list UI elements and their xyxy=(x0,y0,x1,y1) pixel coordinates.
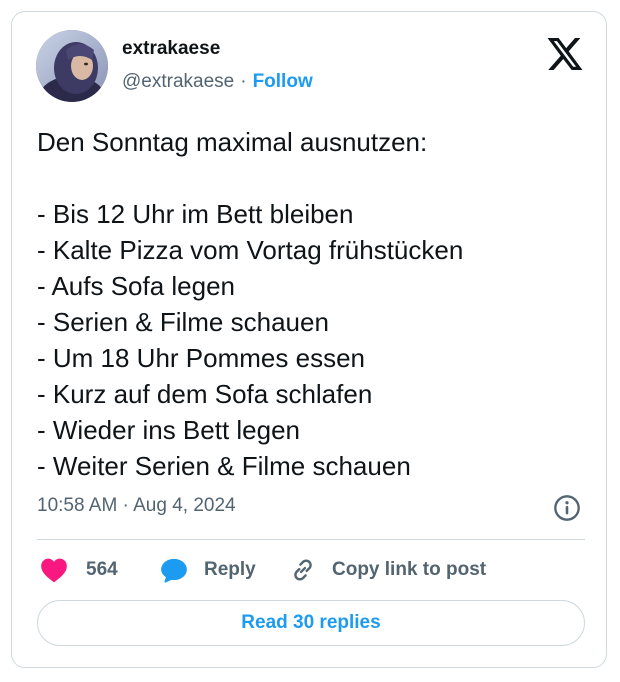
tweet-list-item: - Aufs Sofa legen xyxy=(37,271,236,301)
tweet-list-item: - Bis 12 Uhr im Bett bleiben xyxy=(37,199,354,229)
x-logo-icon[interactable] xyxy=(547,38,583,70)
tweet-list-item: - Weiter Serien & Filme schauen xyxy=(37,451,411,481)
tweet-list-item: - Kurz auf dem Sofa schlafen xyxy=(37,379,373,409)
reply-label: Reply xyxy=(204,559,256,580)
copy-link-label: Copy link to post xyxy=(332,559,487,580)
divider xyxy=(37,539,585,540)
author-handle[interactable]: @extrakaese xyxy=(122,71,234,92)
like-count: 564 xyxy=(86,559,118,580)
tweet-list-item: - Kalte Pizza vom Vortag frühstücken xyxy=(37,235,464,265)
author-handle-row: @extrakaese · Follow xyxy=(122,71,313,93)
tweet-list-item: - Serien & Filme schauen xyxy=(37,307,329,337)
link-icon xyxy=(294,559,312,581)
tweet-text: Den Sonntag maximal ausnutzen: - Bis 12 … xyxy=(37,124,597,484)
avatar[interactable] xyxy=(36,30,108,102)
tweet-card: extrakaese @extrakaese · Follow Den Sonnta… xyxy=(11,11,607,668)
tweet-intro: Den Sonntag maximal ausnutzen: xyxy=(37,127,428,157)
tweet-list-item: - Wieder ins Bett legen xyxy=(37,415,301,445)
like-button[interactable]: 564 xyxy=(40,555,118,585)
avatar-image xyxy=(36,30,108,102)
tweet-list-item: - Um 18 Uhr Pommes essen xyxy=(37,343,365,373)
reply-button[interactable]: Reply xyxy=(160,555,256,585)
info-icon[interactable] xyxy=(553,494,581,522)
follow-button[interactable]: Follow xyxy=(253,71,313,92)
tweet-timestamp[interactable]: 10:58 AM · Aug 4, 2024 xyxy=(37,495,236,517)
heart-icon xyxy=(41,558,67,583)
handle-separator: · xyxy=(240,71,247,92)
reply-bubble-icon xyxy=(161,558,187,583)
copy-link-button[interactable]: Copy link to post xyxy=(290,555,486,585)
author-display-name[interactable]: extrakaese xyxy=(122,38,220,60)
read-replies-button[interactable]: Read 30 replies xyxy=(37,600,585,646)
